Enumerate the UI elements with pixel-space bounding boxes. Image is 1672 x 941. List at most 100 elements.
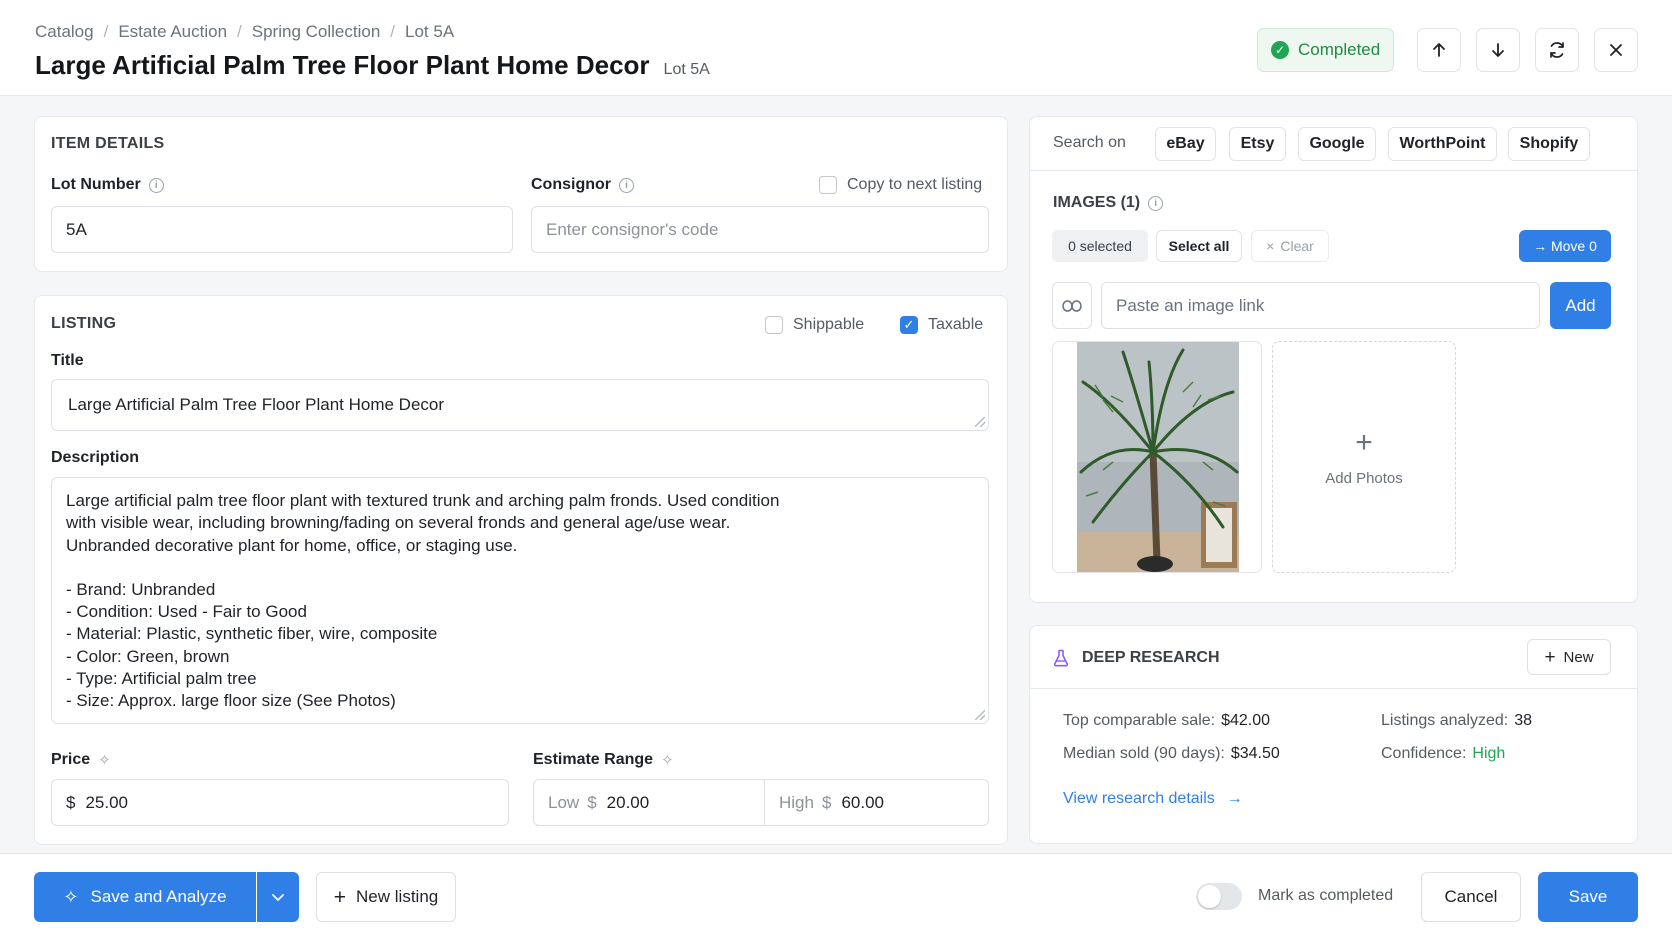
search-worthpoint-button[interactable]: WorthPoint [1388,127,1497,161]
link-button[interactable] [1052,282,1092,329]
price-input[interactable]: $ 25.00 [51,779,509,826]
new-research-button[interactable]: + New [1527,639,1611,675]
resize-grip-icon[interactable] [975,710,985,720]
save-button[interactable]: Save [1538,872,1638,922]
lot-number-input[interactable]: 5A [51,206,513,253]
item-details-heading: ITEM DETAILS [51,135,165,152]
mark-completed-toggle[interactable] [1196,883,1242,910]
currency-symbol: $ [66,792,76,812]
refresh-icon [1550,42,1564,58]
lot-number-label-text: Lot Number [51,176,141,193]
image-link-input[interactable]: Paste an image link [1101,282,1540,329]
search-etsy-button[interactable]: Etsy [1229,127,1286,161]
shippable-checkbox[interactable]: Shippable [765,316,864,334]
deep-research-heading-text: DEEP RESEARCH [1082,649,1220,666]
info-icon[interactable]: i [619,177,634,193]
save-and-analyze-button[interactable]: ✧ Save and Analyze [34,872,256,922]
taxable-checkbox[interactable]: ✓ Taxable [900,316,983,334]
stat-label: Top comparable sale: [1063,712,1216,729]
breadcrumb-estate-auction[interactable]: Estate Auction [118,22,227,42]
breadcrumb-separator: / [390,22,396,41]
status-text: Completed [1298,40,1381,59]
search-on-label: Search on [1053,134,1126,151]
search-ebay-button[interactable]: eBay [1155,127,1216,161]
description-line: Unbranded decorative plant for home, off… [66,535,518,555]
next-item-button[interactable] [1476,28,1520,72]
plus-icon: + [1355,425,1373,459]
refresh-button[interactable] [1535,28,1579,72]
title-value: Large Artificial Palm Tree Floor Plant H… [68,395,445,414]
high-value: 60.00 [841,792,884,812]
consignor-input[interactable]: Enter consignor's code [531,206,989,253]
consignor-label: Consignor i [531,176,634,194]
new-listing-label: New listing [356,887,439,906]
image-link-placeholder: Paste an image link [1116,295,1265,315]
arrow-down-icon [1492,43,1504,57]
low-label: Low [548,792,580,812]
currency-symbol: $ [587,792,597,812]
estimate-high-input[interactable]: High $ 60.00 [764,779,989,826]
plus-icon: + [1544,646,1556,668]
info-icon[interactable]: i [1148,195,1164,211]
search-google-button[interactable]: Google [1298,127,1376,161]
price-label-text: Price [51,751,91,768]
sparkle-icon[interactable]: ✧ [98,751,111,769]
info-icon[interactable]: i [148,177,164,193]
stat-value: $42.00 [1221,712,1271,729]
save-options-dropdown[interactable] [257,872,299,922]
description-line: - Brand: Unbranded [66,579,216,599]
breadcrumb-spring-collection[interactable]: Spring Collection [252,22,381,42]
title-input[interactable]: Large Artificial Palm Tree Floor Plant H… [51,379,989,431]
breadcrumb-catalog[interactable]: Catalog [35,22,94,42]
save-and-analyze-label: Save and Analyze [90,887,227,906]
consignor-label-text: Consignor [531,176,611,193]
view-research-details-link[interactable]: View research details → [1063,790,1243,808]
description-line: - Color: Green, brown [66,646,230,666]
image-thumbnail[interactable] [1052,341,1262,573]
description-textarea[interactable]: Large artificial palm tree floor plant w… [51,477,989,724]
search-shopify-button[interactable]: Shopify [1508,127,1590,161]
estimate-range-label-text: Estimate Range [533,751,654,768]
close-icon [1610,44,1622,56]
images-heading: IMAGES (1) i [1053,194,1164,212]
title-label: Title [51,352,84,370]
description-line [66,557,974,579]
select-all-button[interactable]: Select all [1156,230,1242,262]
top-comparable-sale: Top comparable sale: $42.00 [1063,712,1270,730]
cancel-button[interactable]: Cancel [1421,872,1521,922]
stat-value: 38 [1514,712,1532,729]
checkbox-checked[interactable]: ✓ [900,316,918,334]
add-image-link-button[interactable]: Add [1550,282,1611,329]
move-button[interactable]: → Move 0 [1519,230,1611,262]
estimate-low-input[interactable]: Low $ 20.00 [533,779,765,826]
resize-grip-icon[interactable] [975,417,985,427]
breadcrumb: Catalog / Estate Auction / Spring Collec… [35,22,454,42]
stat-label: Median sold (90 days): [1063,745,1225,762]
arrow-right-icon: → [1226,790,1243,807]
listings-analyzed: Listings analyzed: 38 [1381,712,1532,730]
taxable-label: Taxable [928,316,984,333]
high-label: High [779,792,814,812]
flask-icon [1053,649,1069,667]
clear-button[interactable]: × Clear [1251,230,1329,262]
add-photos-dropzone[interactable]: + Add Photos [1272,341,1456,573]
description-line: - Condition: Used - Fair to Good [66,602,307,622]
divider [1029,170,1638,171]
status-badge: ✓ Completed [1257,28,1394,72]
previous-item-button[interactable] [1417,28,1461,72]
check-circle-icon: ✓ [1271,41,1289,59]
lot-tag: Lot 5A [663,61,710,78]
arrow-up-icon [1433,43,1445,57]
breadcrumb-separator: / [103,22,109,41]
copy-to-next-checkbox[interactable]: Copy to next listing [819,176,982,194]
sparkle-icon[interactable]: ✧ [661,751,674,769]
title-label-text: Title [51,352,84,369]
checkbox-box[interactable] [819,176,837,194]
consignor-placeholder: Enter consignor's code [546,219,719,239]
toggle-knob [1198,885,1221,908]
checkbox-box[interactable] [765,316,783,334]
close-button[interactable] [1594,28,1638,72]
sparkle-icon: ✧ [63,886,79,907]
shippable-label: Shippable [793,316,865,333]
new-listing-button[interactable]: + New listing [316,872,456,922]
